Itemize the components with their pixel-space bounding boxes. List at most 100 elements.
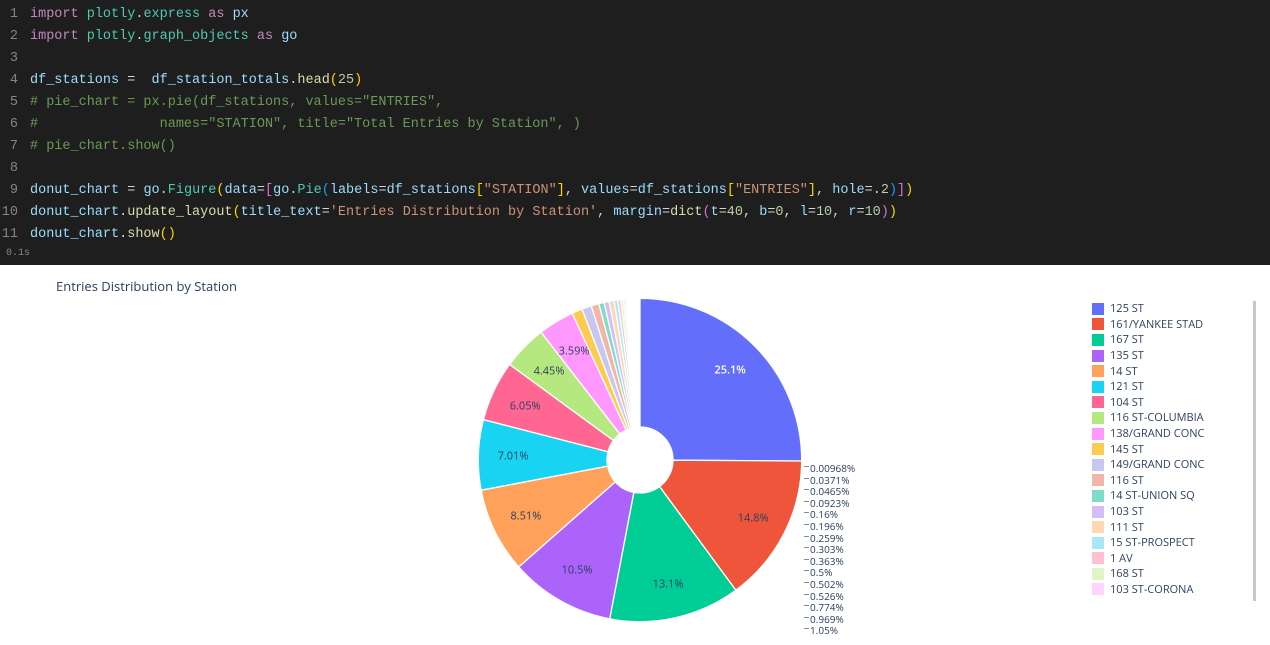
slice-percent-label: 3.59%: [559, 344, 590, 359]
legend-swatch: [1092, 521, 1104, 533]
legend-label: 125 ST: [1110, 301, 1144, 316]
code-line[interactable]: 11donut_chart.show(): [0, 224, 1270, 246]
code-content[interactable]: # pie_chart.show(): [30, 136, 1270, 158]
slice-percent-label: 6.05%: [510, 398, 541, 413]
legend-item[interactable]: 116 ST-COLUMBIA: [1092, 410, 1249, 426]
legend-label: 161/YANKEE STAD: [1110, 317, 1203, 332]
legend-item[interactable]: 103 ST: [1092, 504, 1249, 520]
legend-label: 14 ST-UNION SQ: [1110, 488, 1195, 503]
legend-label: 111 ST: [1110, 520, 1144, 535]
legend-item[interactable]: 103 ST-CORONA: [1092, 582, 1249, 598]
code-content[interactable]: # names="STATION", title="Total Entries …: [30, 114, 1270, 136]
legend-item[interactable]: 125 ST: [1092, 301, 1249, 317]
legend-label: 103 ST: [1110, 504, 1144, 519]
legend-label: 138/GRAND CONC: [1110, 426, 1204, 441]
legend-swatch: [1092, 443, 1104, 455]
code-line[interactable]: 5# pie_chart = px.pie(df_stations, value…: [0, 92, 1270, 114]
legend-item[interactable]: 149/GRAND CONC: [1092, 457, 1249, 473]
code-line[interactable]: 10donut_chart.update_layout(title_text='…: [0, 202, 1270, 224]
line-number: 4: [0, 70, 30, 92]
legend-item[interactable]: 104 ST: [1092, 395, 1249, 411]
code-content[interactable]: donut_chart.update_layout(title_text='En…: [30, 202, 1270, 224]
legend-item[interactable]: 116 ST: [1092, 473, 1249, 489]
code-line[interactable]: 2import plotly.graph_objects as go: [0, 26, 1270, 48]
legend-swatch: [1092, 490, 1104, 502]
legend-label: 149/GRAND CONC: [1110, 457, 1204, 472]
execution-time: 0.1s: [0, 246, 1270, 261]
code-line[interactable]: 3: [0, 48, 1270, 70]
slice-percent-label: 10.5%: [562, 563, 593, 578]
legend-item[interactable]: 167 ST: [1092, 332, 1249, 348]
legend-label: 103 ST-CORONA: [1110, 582, 1193, 597]
legend-swatch: [1092, 537, 1104, 549]
line-number: 6: [0, 114, 30, 136]
slice-percent-label: 25.1%: [714, 363, 745, 378]
legend-swatch: [1092, 459, 1104, 471]
legend-item[interactable]: 168 ST: [1092, 566, 1249, 582]
legend-swatch: [1092, 396, 1104, 408]
line-number: 11: [0, 224, 30, 246]
line-number: 7: [0, 136, 30, 158]
legend-swatch: [1092, 350, 1104, 362]
legend-swatch: [1092, 365, 1104, 377]
code-line[interactable]: 8: [0, 158, 1270, 180]
legend-swatch: [1092, 428, 1104, 440]
code-line[interactable]: 6# names="STATION", title="Total Entries…: [0, 114, 1270, 136]
slice-percent-label: 4.45%: [534, 364, 565, 379]
legend-item[interactable]: 121 ST: [1092, 379, 1249, 395]
legend-item[interactable]: 138/GRAND CONC: [1092, 426, 1249, 442]
legend-label: 1 AV: [1110, 551, 1133, 566]
legend-label: 14 ST: [1110, 364, 1138, 379]
slice-percent-label: 7.01%: [498, 448, 529, 463]
legend-item[interactable]: 14 ST-UNION SQ: [1092, 488, 1249, 504]
chart-title: Entries Distribution by Station: [56, 277, 237, 295]
legend-label: 168 ST: [1110, 566, 1144, 581]
chart-output: Entries Distribution by Station 25.1% 14.…: [0, 265, 1270, 645]
legend-label: 167 ST: [1110, 332, 1144, 347]
legend-swatch: [1092, 303, 1104, 315]
legend-label: 104 ST: [1110, 395, 1144, 410]
code-content[interactable]: # pie_chart = px.pie(df_stations, values…: [30, 92, 1270, 114]
code-content[interactable]: df_stations = df_station_totals.head(25): [30, 70, 1270, 92]
line-number: 8: [0, 158, 30, 180]
code-content[interactable]: import plotly.graph_objects as go: [30, 26, 1270, 48]
slice-percent-label: 8.51%: [510, 508, 541, 523]
legend-swatch: [1092, 412, 1104, 424]
line-number: 2: [0, 26, 30, 48]
legend[interactable]: 125 ST161/YANKEE STAD167 ST135 ST14 ST12…: [1092, 301, 1256, 601]
line-number: 10: [0, 202, 30, 224]
legend-label: 145 ST: [1110, 442, 1144, 457]
legend-item[interactable]: 145 ST: [1092, 441, 1249, 457]
legend-item[interactable]: 161/YANKEE STAD: [1092, 317, 1249, 333]
code-line[interactable]: 9donut_chart = go.Figure(data=[go.Pie(la…: [0, 180, 1270, 202]
legend-swatch: [1092, 318, 1104, 330]
code-content[interactable]: donut_chart = go.Figure(data=[go.Pie(lab…: [30, 180, 1270, 202]
legend-swatch: [1092, 381, 1104, 393]
slice-percent-label: 14.8%: [738, 510, 769, 525]
legend-label: 116 ST-COLUMBIA: [1110, 410, 1204, 425]
pie-slice[interactable]: [640, 298, 802, 461]
code-line[interactable]: 1import plotly.express as px: [0, 4, 1270, 26]
legend-item[interactable]: 14 ST: [1092, 363, 1249, 379]
code-content[interactable]: donut_chart.show(): [30, 224, 1270, 246]
legend-label: 135 ST: [1110, 348, 1144, 363]
legend-swatch: [1092, 583, 1104, 595]
legend-label: 121 ST: [1110, 379, 1144, 394]
line-number: 1: [0, 4, 30, 26]
slice-percent-label: 1.05%: [810, 623, 838, 637]
line-number: 3: [0, 48, 30, 70]
legend-swatch: [1092, 334, 1104, 346]
code-line[interactable]: 4df_stations = df_station_totals.head(25…: [0, 70, 1270, 92]
donut-chart[interactable]: 25.1%14.8%13.1%10.5%8.51%7.01%6.05%4.45%…: [475, 295, 805, 625]
legend-item[interactable]: 135 ST: [1092, 348, 1249, 364]
legend-item[interactable]: 1 AV: [1092, 551, 1249, 567]
legend-item[interactable]: 15 ST-PROSPECT: [1092, 535, 1249, 551]
line-number: 9: [0, 180, 30, 202]
code-content[interactable]: import plotly.express as px: [30, 4, 1270, 26]
legend-item[interactable]: 111 ST: [1092, 519, 1249, 535]
legend-swatch: [1092, 552, 1104, 564]
legend-swatch: [1092, 506, 1104, 518]
legend-label: 15 ST-PROSPECT: [1110, 535, 1195, 550]
code-line[interactable]: 7# pie_chart.show(): [0, 136, 1270, 158]
code-editor[interactable]: 1import plotly.express as px2import plot…: [0, 0, 1270, 265]
